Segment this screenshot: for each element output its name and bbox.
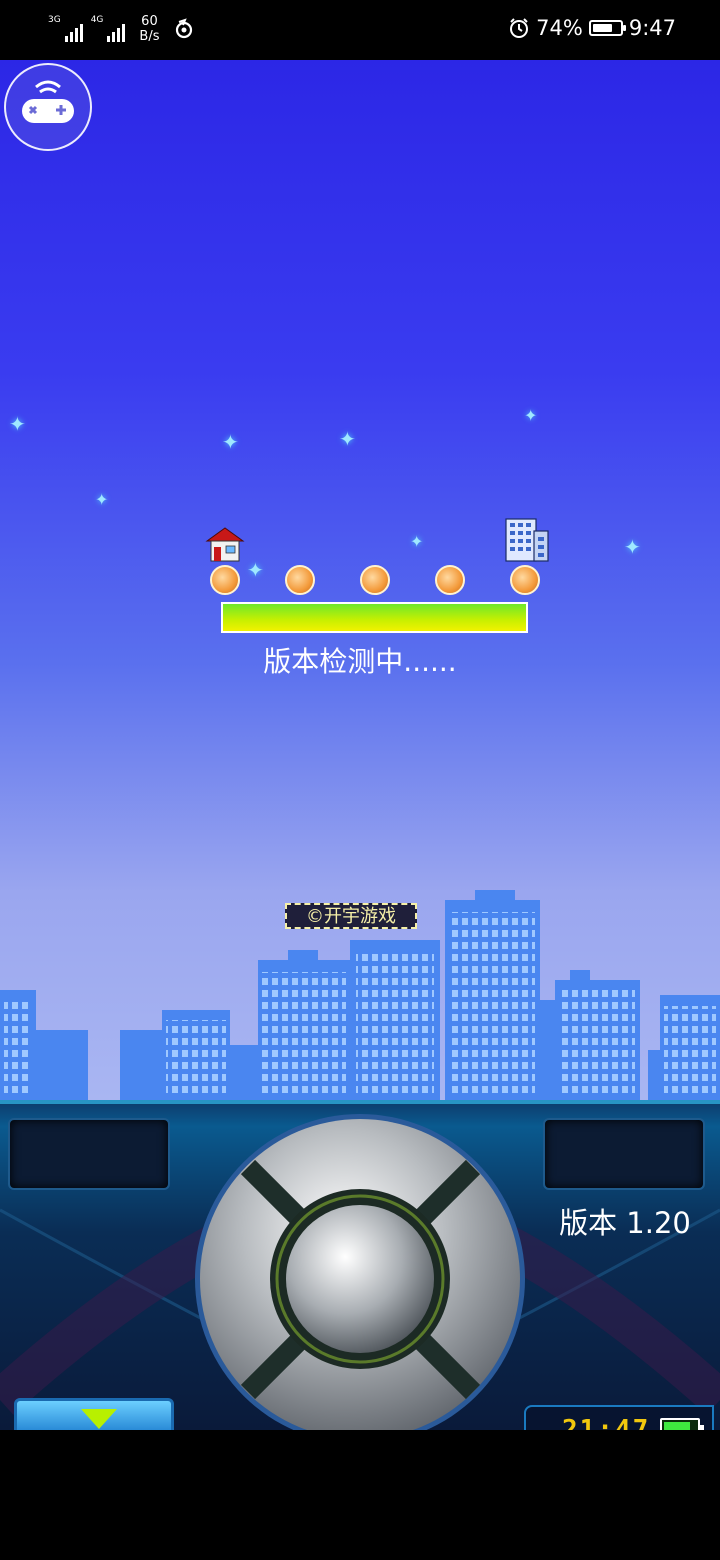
star-icon: ✦ <box>524 406 538 425</box>
star-icon: ✦ <box>95 490 109 509</box>
gamepad-button[interactable] <box>4 63 92 151</box>
left-softkey[interactable] <box>8 1118 170 1190</box>
down-arrow-button[interactable] <box>14 1398 174 1430</box>
star-icon: ✦ <box>247 558 264 582</box>
version-label: 版本 1.20 <box>559 1206 691 1240</box>
navigation-area <box>0 1430 720 1560</box>
gamepad-icon <box>22 80 74 123</box>
network-speed-unit: B/s <box>139 29 160 44</box>
sync-icon <box>176 18 193 39</box>
coin-icon <box>285 565 315 595</box>
coin-icon <box>360 565 390 595</box>
dpad-center-button <box>286 1205 434 1353</box>
house-icon <box>205 527 245 562</box>
signal-4g-label: 4G <box>90 15 104 25</box>
loading-progress-bar <box>221 602 528 633</box>
alarm-icon <box>510 18 529 38</box>
right-softkey[interactable] <box>543 1118 705 1190</box>
star-icon: ✦ <box>222 430 239 454</box>
app-screen: 3G 4G 60 B/s 74% 9:47 ✦ ✦ ✦ ✦ ✦ ✦ ✦ ✦ 版本… <box>0 0 720 1560</box>
city-skyline <box>0 890 720 1100</box>
game-clock: 21:47 <box>524 1405 714 1430</box>
coin-icon <box>510 565 540 595</box>
loading-progress-fill <box>223 604 526 631</box>
loading-status-text: 版本检测中...... <box>263 645 457 678</box>
status-right: 74% 9:47 <box>508 16 676 40</box>
status-left: 3G 4G 60 B/s <box>48 14 195 44</box>
office-building-icon <box>505 518 549 562</box>
coin-icon <box>435 565 465 595</box>
battery-icon <box>588 20 626 36</box>
dpad[interactable] <box>193 1112 528 1430</box>
star-icon: ✦ <box>624 535 641 559</box>
game-screen[interactable]: ✦ ✦ ✦ ✦ ✦ ✦ ✦ ✦ 版本检测中...... ©开宇游戏 <box>0 60 720 1100</box>
network-speed-value: 60 <box>141 14 158 29</box>
game-clock-time: 21:47 <box>562 1415 651 1430</box>
status-time: 9:47 <box>628 16 676 40</box>
star-icon: ✦ <box>339 427 356 451</box>
signal-3g-label: 3G <box>48 15 61 25</box>
status-bar: 3G 4G 60 B/s 74% 9:47 <box>0 0 720 60</box>
star-icon: ✦ <box>410 532 424 551</box>
coin-icon <box>210 565 240 595</box>
battery-percent: 74% <box>536 16 583 40</box>
virtual-controller: 版本 1.20 21:47 <box>0 1100 720 1430</box>
signal-3g-icon: 3G <box>48 16 83 42</box>
star-icon: ✦ <box>9 412 26 436</box>
network-speed: 60 B/s <box>139 14 159 44</box>
down-arrow-icon <box>81 1409 117 1429</box>
game-battery-icon <box>660 1418 704 1430</box>
signal-4g-icon: 4G <box>91 16 126 42</box>
